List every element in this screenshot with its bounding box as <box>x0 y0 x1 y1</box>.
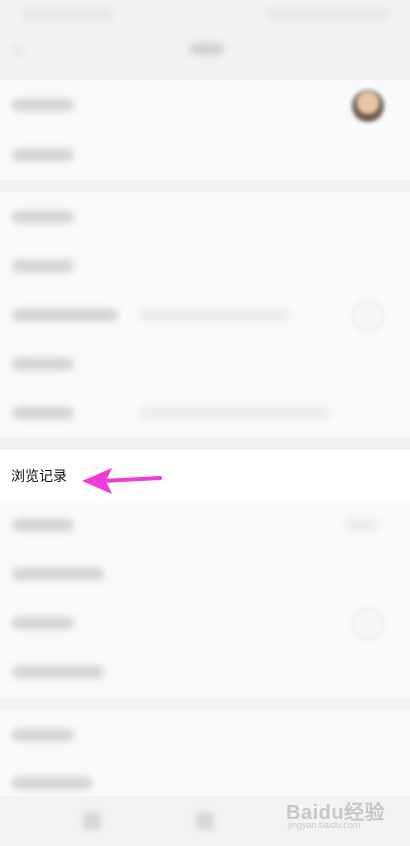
row-sublabel <box>140 309 290 321</box>
status-bar <box>0 0 410 28</box>
row-label <box>12 777 92 789</box>
home-icon[interactable] <box>83 812 101 830</box>
discover-icon[interactable] <box>196 812 214 830</box>
row-label <box>12 666 104 678</box>
settings-row[interactable] <box>0 192 410 242</box>
settings-row[interactable] <box>0 710 410 760</box>
annotation-arrow-icon <box>82 468 162 494</box>
row-label <box>12 617 74 629</box>
settings-group-main <box>0 192 410 437</box>
row-label <box>12 211 74 223</box>
row-label <box>12 407 74 419</box>
row-label <box>12 519 74 531</box>
toggle-switch[interactable] <box>352 300 384 332</box>
settings-group-profile <box>0 80 410 180</box>
page-title <box>190 43 224 55</box>
row-value <box>345 519 379 531</box>
row-label <box>12 358 74 370</box>
settings-row[interactable] <box>0 549 410 599</box>
settings-row[interactable] <box>0 130 410 180</box>
row-label <box>12 99 74 111</box>
settings-row[interactable] <box>0 290 410 340</box>
settings-row[interactable] <box>0 647 410 697</box>
watermark: Baidu经验 jingyan.baidu.com <box>286 796 386 836</box>
status-time <box>22 8 114 20</box>
arrow-shaft <box>100 476 162 483</box>
settings-row[interactable] <box>0 80 410 130</box>
row-label <box>12 260 74 272</box>
header <box>0 28 410 72</box>
row-label <box>12 568 104 580</box>
row-label <box>12 149 74 161</box>
browsing-history-label: 浏览记录 <box>11 469 67 485</box>
settings-row-browsing-history[interactable]: 浏览记录 <box>0 450 410 500</box>
row-label <box>12 309 118 321</box>
row-label <box>12 729 74 741</box>
settings-row[interactable] <box>0 339 410 389</box>
back-arrow-icon[interactable] <box>12 44 24 56</box>
settings-row[interactable] <box>0 388 410 438</box>
settings-row[interactable] <box>0 241 410 291</box>
settings-row[interactable] <box>0 500 410 550</box>
settings-row[interactable] <box>0 598 410 648</box>
settings-group-other <box>0 710 410 800</box>
avatar[interactable] <box>352 90 384 122</box>
status-icons <box>265 8 390 20</box>
settings-group-history: 浏览记录 <box>0 450 410 698</box>
watermark-url: jingyan.baidu.com <box>288 820 361 830</box>
toggle-switch[interactable] <box>352 608 384 640</box>
row-sublabel <box>140 407 330 419</box>
